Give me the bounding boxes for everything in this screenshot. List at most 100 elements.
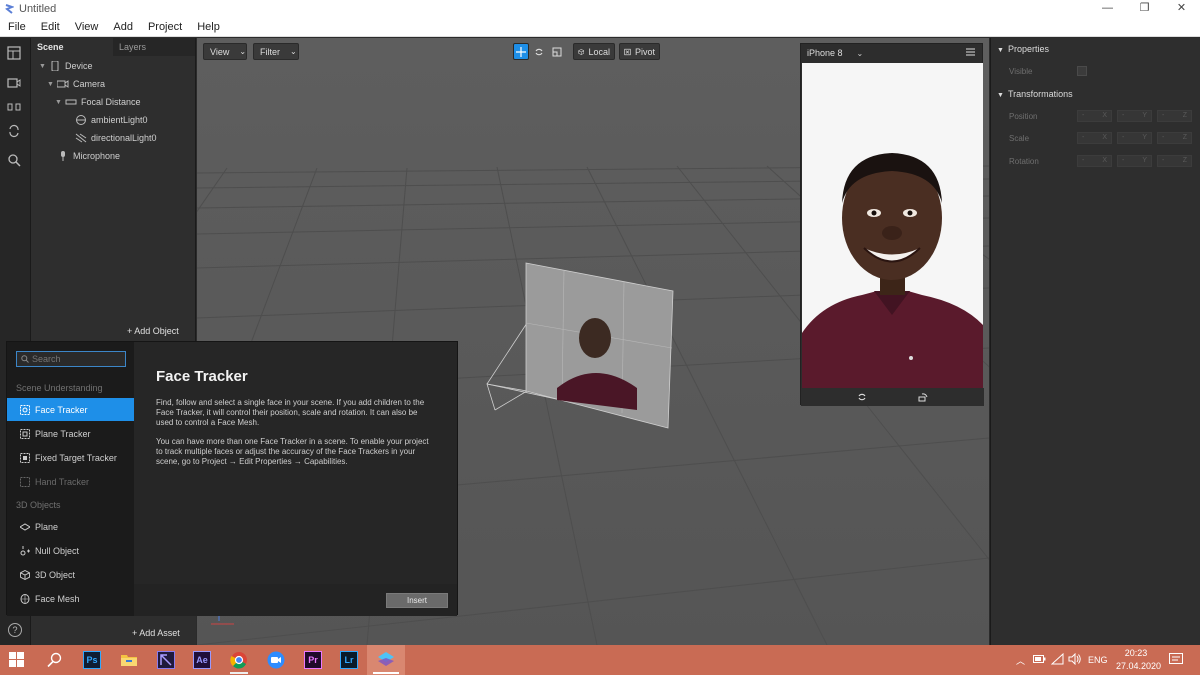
rotate-device-icon[interactable] bbox=[857, 392, 867, 405]
face-mesh-icon bbox=[20, 593, 30, 604]
patch-editor-icon[interactable] bbox=[7, 100, 23, 116]
tab-scene[interactable]: Scene bbox=[31, 38, 113, 56]
refresh-icon[interactable] bbox=[7, 124, 23, 140]
volume-icon[interactable] bbox=[1068, 652, 1082, 675]
tree-item-label: Device bbox=[65, 61, 93, 71]
rotation-z-field[interactable]: -Z bbox=[1157, 155, 1192, 167]
video-icon[interactable] bbox=[7, 76, 23, 92]
position-label: Position bbox=[1009, 112, 1038, 121]
minimize-button[interactable]: — bbox=[1089, 0, 1126, 17]
properties-section[interactable]: ▼ Properties bbox=[997, 44, 1049, 54]
scale-tool-button[interactable] bbox=[549, 43, 565, 60]
tab-layers[interactable]: Layers bbox=[113, 38, 195, 56]
help-icon[interactable]: ? bbox=[8, 623, 22, 637]
focal-distance-icon bbox=[65, 97, 77, 107]
chevron-down-icon[interactable]: ⌄ bbox=[857, 49, 864, 58]
move-icon bbox=[516, 46, 526, 57]
restore-button[interactable]: ❐ bbox=[1126, 0, 1163, 17]
description-paragraph: You can have more than one Face Tracker … bbox=[156, 437, 429, 466]
scale-z-field[interactable]: -Z bbox=[1157, 132, 1192, 144]
file-explorer-icon[interactable] bbox=[120, 651, 138, 669]
tree-item-directional-light[interactable]: directionalLight0 bbox=[75, 130, 157, 146]
item-plane[interactable]: Plane bbox=[7, 515, 134, 538]
spark-ar-icon[interactable] bbox=[373, 651, 399, 674]
item-fixed-target-tracker[interactable]: Fixed Target Tracker bbox=[7, 446, 134, 469]
premiere-pro-icon[interactable]: Pr bbox=[304, 651, 322, 669]
menu-file[interactable]: File bbox=[0, 21, 33, 33]
plane-icon bbox=[19, 522, 31, 532]
view-dropdown[interactable]: View ⌄ bbox=[203, 43, 247, 60]
chevron-down-icon: ⌄ bbox=[239, 47, 247, 56]
rotate-tool-button[interactable] bbox=[531, 43, 547, 60]
chrome-icon[interactable] bbox=[230, 651, 248, 674]
filter-dropdown[interactable]: Filter ⌄ bbox=[253, 43, 299, 60]
tree-item-microphone[interactable]: Microphone bbox=[57, 148, 120, 164]
device-label[interactable]: iPhone 8 bbox=[807, 48, 843, 58]
object-details: Face Tracker Find, follow and select a s… bbox=[134, 342, 457, 584]
menu-edit[interactable]: Edit bbox=[33, 21, 67, 33]
position-y-field[interactable]: -Y bbox=[1117, 110, 1152, 122]
move-tool-button[interactable] bbox=[513, 43, 529, 60]
tree-item-focal-distance[interactable]: ▼ Focal Distance bbox=[55, 94, 141, 110]
rotation-x-field[interactable]: -X bbox=[1077, 155, 1112, 167]
item-null-object[interactable]: Null Object bbox=[7, 539, 134, 562]
item-label: Plane bbox=[35, 521, 59, 532]
zoom-icon[interactable] bbox=[7, 153, 23, 169]
search-box[interactable] bbox=[16, 351, 126, 367]
search-icon bbox=[21, 355, 29, 363]
caret-down-icon[interactable]: ▼ bbox=[47, 81, 57, 88]
pivot-icon bbox=[624, 48, 631, 55]
rotate-screen-icon[interactable] bbox=[918, 392, 928, 405]
rotation-y-field[interactable]: -Y bbox=[1117, 155, 1152, 167]
zoom-app-icon[interactable] bbox=[267, 651, 285, 669]
item-face-tracker[interactable]: Face Tracker bbox=[7, 398, 134, 421]
clock[interactable]: 20:23 27.04.2020 bbox=[1116, 647, 1162, 675]
search-icon[interactable] bbox=[47, 652, 65, 670]
menu-help[interactable]: Help bbox=[189, 21, 227, 33]
close-button[interactable]: ✕ bbox=[1163, 0, 1200, 17]
wifi-icon[interactable] bbox=[1050, 652, 1064, 675]
visible-checkbox[interactable] bbox=[1077, 66, 1087, 76]
tree-item-camera[interactable]: ▼ Camera bbox=[47, 76, 105, 92]
pivot-toggle[interactable]: Pivot bbox=[619, 43, 660, 60]
notifications-icon[interactable] bbox=[1169, 653, 1183, 675]
local-toggle[interactable]: Local bbox=[573, 43, 615, 60]
add-asset-button[interactable]: + Add Asset bbox=[132, 628, 180, 638]
menu-project[interactable]: Project bbox=[140, 21, 189, 33]
menu-add[interactable]: Add bbox=[105, 21, 140, 33]
menu-view[interactable]: View bbox=[67, 21, 106, 33]
tree-item-label: directionalLight0 bbox=[91, 133, 157, 143]
item-label: Hand Tracker bbox=[35, 476, 90, 487]
item-plane-tracker[interactable]: Plane Tracker bbox=[7, 422, 134, 445]
item-3d-object[interactable]: 3D Object bbox=[7, 563, 134, 586]
tree-item-ambient-light[interactable]: ambientLight0 bbox=[75, 112, 148, 128]
object-list: Scene Understanding Face Tracker Plane T… bbox=[7, 342, 134, 616]
menu-icon[interactable] bbox=[966, 48, 975, 58]
transformations-section[interactable]: ▼ Transformations bbox=[997, 89, 1073, 99]
photoshop-icon[interactable]: Ps bbox=[83, 651, 101, 669]
search-input[interactable] bbox=[32, 354, 122, 364]
lightroom-icon[interactable]: Lr bbox=[340, 651, 358, 669]
language-indicator[interactable]: ENG bbox=[1088, 655, 1108, 675]
item-face-mesh[interactable]: Face Mesh bbox=[7, 587, 134, 610]
start-icon[interactable] bbox=[9, 652, 27, 670]
scale-x-field[interactable]: -X bbox=[1077, 132, 1112, 144]
insert-button[interactable]: Insert bbox=[386, 593, 448, 608]
caret-down-icon[interactable]: ▼ bbox=[55, 99, 65, 106]
layout-icon[interactable] bbox=[7, 46, 23, 62]
after-effects-icon[interactable]: Ae bbox=[193, 651, 211, 669]
filter-label: Filter bbox=[260, 46, 280, 57]
add-object-button[interactable]: + Add Object bbox=[127, 326, 179, 336]
date: 27.04.2020 bbox=[1116, 661, 1162, 671]
caret-down-icon: ▼ bbox=[997, 47, 1004, 54]
show-hidden-icons-icon[interactable]: ︿ bbox=[1016, 654, 1025, 675]
tree-item-device[interactable]: ▼ Device bbox=[39, 58, 93, 74]
premiere-rush-icon[interactable] bbox=[157, 651, 175, 669]
caret-down-icon[interactable]: ▼ bbox=[39, 63, 49, 70]
position-x-field[interactable]: -X bbox=[1077, 110, 1112, 122]
properties-label: Properties bbox=[1007, 44, 1049, 54]
battery-icon[interactable] bbox=[1033, 654, 1046, 675]
position-z-field[interactable]: -Z bbox=[1157, 110, 1192, 122]
scale-y-field[interactable]: -Y bbox=[1117, 132, 1152, 144]
ambient-light-icon bbox=[75, 115, 87, 125]
